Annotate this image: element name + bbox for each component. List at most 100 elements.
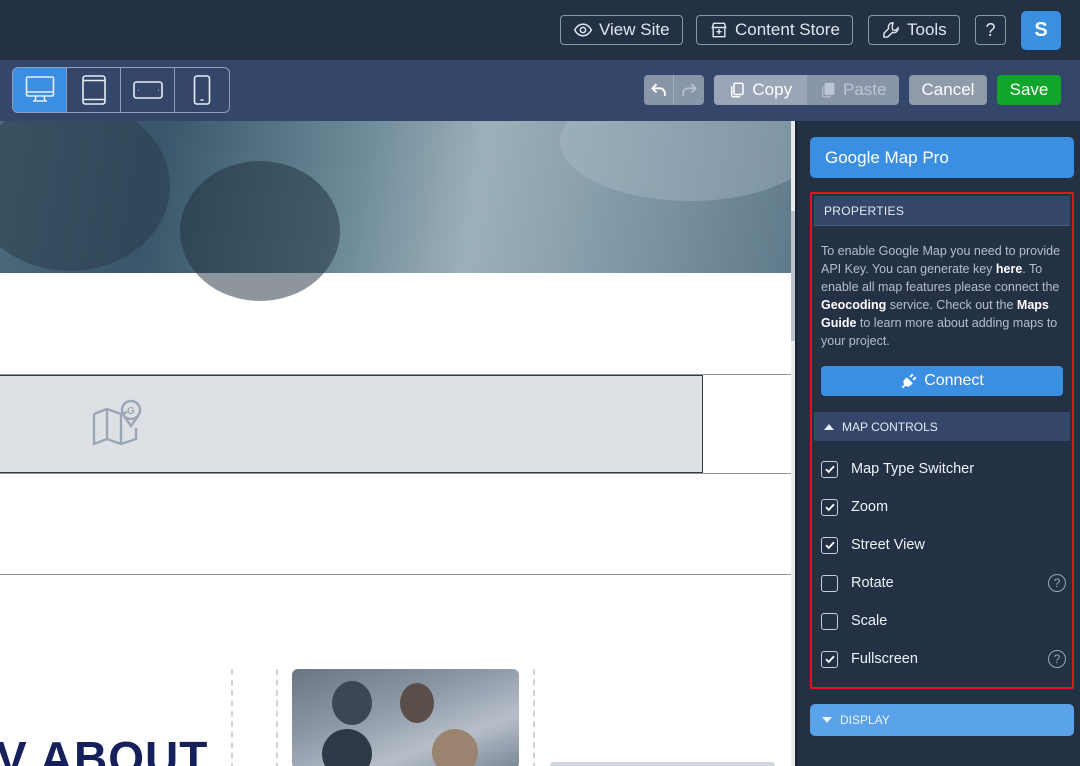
map-control-option[interactable]: Map Type Switcher <box>821 458 1066 480</box>
device-tablet-button[interactable] <box>67 68 121 112</box>
map-controls-header[interactable]: MAP CONTROLS <box>814 412 1070 441</box>
plug-icon <box>901 373 917 389</box>
map-control-option[interactable]: Zoom <box>821 496 1066 518</box>
page-canvas[interactable]: G V ABOUT <box>0 121 795 766</box>
widget-title-label: Google Map Pro <box>825 147 949 167</box>
paste-label: Paste <box>843 80 887 99</box>
check-icon <box>824 541 835 550</box>
mobile-icon <box>193 75 211 105</box>
api-key-info: To enable Google Map you need to provide… <box>821 242 1066 350</box>
hero-image <box>0 121 795 301</box>
tablet-icon <box>81 75 106 105</box>
card-edge <box>550 762 775 766</box>
caret-down-icon <box>822 717 832 723</box>
svg-text:G: G <box>127 406 135 417</box>
device-switcher <box>12 67 230 113</box>
undo-button[interactable] <box>644 75 674 105</box>
hero-shape <box>180 161 340 301</box>
column-guide <box>533 669 535 766</box>
properties-header[interactable]: PROPERTIES <box>814 196 1070 226</box>
checkbox-checked[interactable] <box>821 536 838 554</box>
history-controls <box>644 75 704 105</box>
tools-button[interactable]: Tools <box>868 15 960 45</box>
properties-panel: Google Map Pro PROPERTIES To enable Goog… <box>795 121 1080 766</box>
copy-label: Copy <box>752 80 793 99</box>
map-control-label: Scale <box>851 613 888 629</box>
checkbox-checked[interactable] <box>821 498 838 516</box>
checkbox-unchecked[interactable] <box>821 574 838 592</box>
undo-icon <box>650 83 666 96</box>
map-control-option[interactable]: Street View <box>821 534 1066 556</box>
user-avatar[interactable]: S <box>1021 11 1061 50</box>
map-control-label: Street View <box>851 537 925 553</box>
top-bar: View Site Content Store Tools ? S <box>0 0 1080 60</box>
google-map-widget[interactable]: G <box>0 375 703 473</box>
paste-icon <box>822 82 835 98</box>
display-section-header[interactable]: DISPLAY <box>810 704 1074 736</box>
device-mobile-button[interactable] <box>175 68 229 112</box>
help-button[interactable]: ? <box>975 15 1006 45</box>
map-pin-icon: G <box>92 399 142 446</box>
tablet-landscape-icon <box>132 81 163 99</box>
team-photo <box>292 669 519 766</box>
tools-label: Tools <box>907 20 947 39</box>
column-guide <box>276 669 278 766</box>
info-text: to learn more about adding maps to your … <box>821 316 1058 348</box>
device-tablet-landscape-button[interactable] <box>121 68 175 112</box>
redo-icon <box>682 83 697 96</box>
eye-icon <box>573 23 593 37</box>
content-store-button[interactable]: Content Store <box>696 15 853 45</box>
map-control-label: Fullscreen <box>851 651 918 667</box>
desktop-icon <box>25 76 54 102</box>
section-heading: V ABOUT <box>0 732 209 766</box>
info-text: service. Check out the <box>886 298 1017 312</box>
clipboard-controls: Copy Paste <box>714 75 899 105</box>
editor-toolbar: Copy Paste Cancel Save <box>0 60 1080 121</box>
cancel-button[interactable]: Cancel <box>909 75 987 105</box>
paste-button[interactable]: Paste <box>807 75 900 105</box>
content-store-label: Content Store <box>735 20 840 39</box>
copy-icon <box>731 82 745 98</box>
view-site-button[interactable]: View Site <box>560 15 683 45</box>
person-silhouette <box>400 683 434 723</box>
properties-section: PROPERTIES To enable Google Map you need… <box>810 192 1074 689</box>
connect-label: Connect <box>924 372 984 389</box>
map-control-option[interactable]: Scale <box>821 610 1066 632</box>
view-site-label: View Site <box>599 20 670 39</box>
save-button[interactable]: Save <box>997 75 1061 105</box>
cancel-label: Cancel <box>921 80 975 99</box>
caret-up-icon <box>824 423 834 430</box>
check-icon <box>824 465 835 474</box>
widget-title[interactable]: Google Map Pro <box>810 137 1074 178</box>
help-icon[interactable]: ? <box>1048 574 1066 592</box>
checkbox-checked[interactable] <box>821 650 838 668</box>
wrench-icon <box>883 22 899 38</box>
help-icon[interactable]: ? <box>1048 650 1066 668</box>
checkbox-unchecked[interactable] <box>821 612 838 630</box>
person-silhouette <box>332 681 372 725</box>
device-desktop-button[interactable] <box>13 68 67 112</box>
hero-shape <box>0 121 170 271</box>
check-icon <box>824 655 835 664</box>
hero-shape <box>560 121 795 201</box>
store-icon <box>711 22 727 38</box>
check-icon <box>824 503 835 512</box>
help-label: ? <box>985 19 996 40</box>
map-controls-label: MAP CONTROLS <box>842 419 938 434</box>
save-label: Save <box>1009 80 1049 99</box>
person-silhouette <box>432 729 478 766</box>
checkbox-checked[interactable] <box>821 460 838 478</box>
display-label: DISPLAY <box>840 713 890 727</box>
redo-button[interactable] <box>674 75 704 105</box>
map-control-option[interactable]: Fullscreen? <box>821 648 1066 670</box>
map-control-label: Zoom <box>851 499 889 515</box>
section-divider <box>0 473 791 474</box>
connect-button[interactable]: Connect <box>821 366 1063 396</box>
map-control-option[interactable]: Rotate? <box>821 572 1066 594</box>
geocoding-link[interactable]: Geocoding <box>821 298 886 312</box>
map-control-label: Rotate <box>851 575 894 591</box>
here-link[interactable]: here <box>996 262 1022 276</box>
properties-header-label: PROPERTIES <box>824 203 905 218</box>
avatar-initial: S <box>1034 19 1048 41</box>
copy-button[interactable]: Copy <box>714 75 807 105</box>
